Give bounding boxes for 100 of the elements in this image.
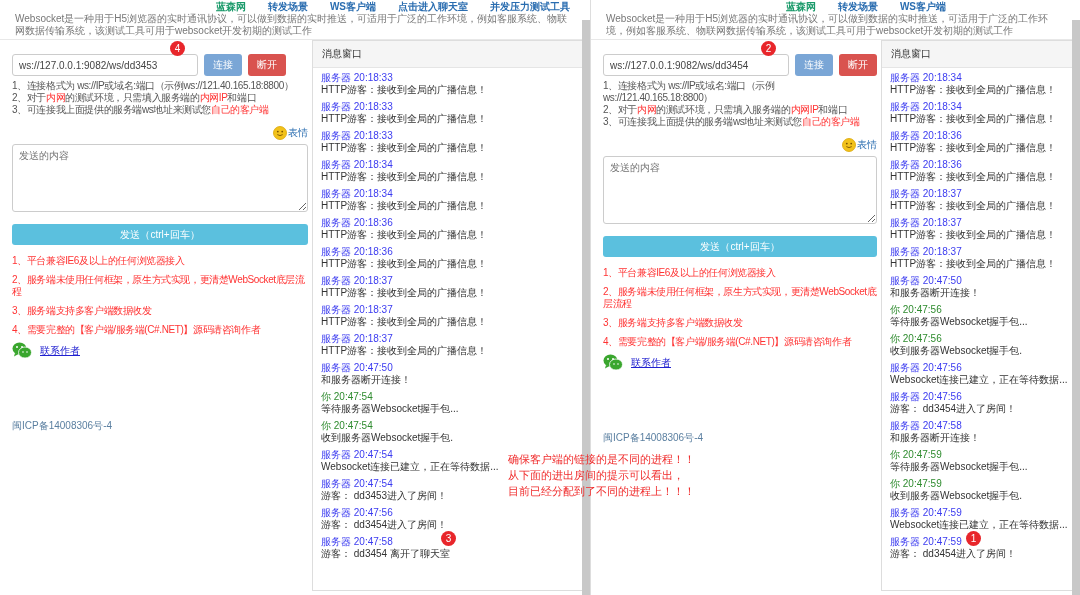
description-text: Websocket是一种用于H5浏览器的实时通讯协议，可以做到数据的实时推送，可适用于广泛的工作环境，例如客服系统、物联网数据传输系统，该测试工具可用于websocket开发初期的测试工作	[606, 13, 1050, 37]
hint-text: 3、可连接我上面提供的服务端ws地址来测试您自己的客户端	[603, 116, 861, 128]
message-text: HTTP游客：接收到全局的广播信息！	[321, 113, 488, 125]
message-sender-time: 服务器 20:18:36	[890, 130, 962, 142]
message-sender-time: 你 20:47:54	[321, 391, 373, 403]
message-sender-time: 服务器 20:18:37	[890, 246, 962, 258]
hint-text: 1、连接格式为 ws://IP或域名:端口（示例ws://121.40.165.18:8800）	[12, 80, 295, 92]
message-text: HTTP游客：接收到全局的广播信息！	[321, 142, 488, 154]
contact-link[interactable]: 联系作者	[631, 355, 671, 370]
disconnect-button[interactable]: 断开	[248, 54, 286, 76]
message-sender-time: 你 20:47:59	[890, 449, 942, 461]
smiley-icon	[273, 126, 287, 140]
scrollbar[interactable]	[1072, 20, 1080, 595]
feature-text: 4、需要完整的【客户端/服务端(C#.NET)】源码请咨询作者	[12, 324, 262, 336]
message-text: HTTP游客：接收到全局的广播信息！	[890, 258, 1057, 270]
feature-text: 2、服务端未使用任何框架，原生方式实现，更清楚WebSocket底层流程	[12, 274, 306, 298]
message-sender-time: 服务器 20:47:59	[890, 507, 962, 519]
message-sender-time: 服务器 20:18:33	[321, 72, 393, 84]
nav-link[interactable]: WS客户端	[899, 0, 946, 13]
message-sender-time: 服务器 20:47:50	[890, 275, 962, 287]
icp-text[interactable]: 闽ICP备14008306号-4	[603, 431, 877, 445]
panel-title: 消息窗口	[882, 41, 1072, 68]
feature-text: 1、平台兼容IE6及以上的任何浏览器接入	[603, 267, 777, 279]
message-text: HTTP游客：接收到全局的广播信息！	[890, 229, 1057, 241]
nav-link[interactable]: 并发压力测试工具	[490, 0, 570, 13]
message-text: 收到服务器Websocket握手包.	[890, 345, 1023, 357]
message-sender-time: 服务器 20:18:36	[321, 217, 393, 229]
hint-text: 2、对于内网的测试环境，只需填入服务端的内网IP和端口	[12, 92, 258, 104]
message-sender-time: 服务器 20:18:36	[321, 246, 393, 258]
message-sender-time: 服务器 20:18:36	[890, 159, 962, 171]
message-text: 等待服务器Websocket握手包...	[890, 316, 1028, 328]
nav-link[interactable]: 转发场景	[267, 0, 308, 13]
message-text: HTTP游客：接收到全局的广播信息！	[890, 142, 1057, 154]
message-sender-time: 你 20:47:56	[890, 333, 942, 345]
icp-text[interactable]: 闽ICP备14008306号-4	[12, 419, 308, 433]
message-sender-time: 服务器 20:18:34	[890, 101, 962, 113]
message-text: HTTP游客：接收到全局的广播信息！	[890, 84, 1057, 96]
message-sender-time: 服务器 20:18:37	[890, 188, 962, 200]
number-badge: 3	[441, 531, 456, 546]
message-sender-time: 你 20:47:56	[890, 304, 942, 316]
nav-link[interactable]: 转发场景	[837, 0, 878, 13]
chat-bubbles-icon	[12, 342, 32, 359]
message-text: 游客： dd3454进入了房间！	[890, 548, 1017, 560]
message-text: 和服务器断开连接！	[321, 374, 411, 386]
message-text: HTTP游客：接收到全局的广播信息！	[321, 258, 488, 270]
message-text: HTTP游客：接收到全局的广播信息！	[890, 200, 1057, 212]
message-input[interactable]: 发送的内容	[603, 156, 877, 224]
message-sender-time: 服务器 20:47:58	[321, 536, 393, 548]
message-sender-time: 服务器 20:18:33	[321, 101, 393, 113]
message-text: Websocket连接已建立，正在等待数据...	[321, 461, 499, 473]
message-sender-time: 服务器 20:47:56	[321, 507, 393, 519]
feature-text: 1、平台兼容IE6及以上的任何浏览器接入	[12, 255, 186, 267]
feature-text: 2、服务端未使用任何框架，原生方式实现，更清楚WebSocket底层流程	[603, 286, 877, 310]
description-text: Websocket是一种用于H5浏览器的实时通讯协议，可以做到数据的实时推送，可适用于广泛的工作环境，例如客服系统、物联网数据传输系统，该测试工具可用于websocket开发初期的测试工作	[15, 13, 569, 37]
message-text: HTTP游客：接收到全局的广播信息！	[321, 200, 488, 212]
url-field[interactable]: ws://127.0.0.1:9082/ws/dd3453	[12, 54, 198, 76]
message-sender-time: 服务器 20:47:59	[890, 536, 962, 548]
message-text: 收到服务器Websocket握手包.	[890, 490, 1023, 502]
message-sender-time: 服务器 20:47:54	[321, 478, 393, 490]
message-sender-time: 服务器 20:47:56	[890, 391, 962, 403]
message-text: HTTP游客：接收到全局的广播信息！	[321, 316, 488, 328]
nav-link[interactable]: WS客户端	[329, 0, 376, 13]
message-text: HTTP游客：接收到全局的广播信息！	[890, 113, 1057, 125]
message-sender-time: 你 20:47:54	[321, 420, 373, 432]
message-sender-time: 服务器 20:18:34	[321, 188, 393, 200]
message-sender-time: 你 20:47:59	[890, 478, 942, 490]
message-text: 游客： dd3453进入了房间！	[321, 490, 448, 502]
feature-text: 3、服务端支持多客户端数据收发	[603, 317, 744, 329]
message-sender-time: 服务器 20:47:54	[321, 449, 393, 461]
contact-link[interactable]: 联系作者	[40, 343, 80, 358]
annotation-text: 从下面的进出房间的提示可以看出，	[508, 468, 685, 482]
url-field[interactable]: ws://127.0.0.1:9082/ws/dd3454	[603, 54, 789, 76]
message-text: 等待服务器Websocket握手包...	[321, 403, 459, 415]
message-text: 游客： dd3454 离开了聊天室	[321, 548, 450, 560]
emoji-link[interactable]: 表情	[857, 138, 877, 152]
message-text: HTTP游客：接收到全局的广播信息！	[321, 345, 488, 357]
message-text: HTTP游客：接收到全局的广播信息！	[321, 287, 488, 299]
disconnect-button[interactable]: 断开	[839, 54, 877, 76]
feature-text: 3、服务端支持多客户端数据收发	[12, 305, 153, 317]
message-text: HTTP游客：接收到全局的广播信息！	[321, 84, 488, 96]
hint-text: 1、连接格式为 ws://IP或域名:端口（示例ws://121.40.165.18:8800）	[603, 80, 776, 104]
message-sender-time: 服务器 20:18:34	[890, 72, 962, 84]
message-text: HTTP游客：接收到全局的广播信息！	[890, 171, 1057, 183]
annotation-text: 确保客户端的链接的是不同的进程！！	[508, 452, 695, 466]
nav-link[interactable]: 蓝森网	[785, 0, 816, 13]
message-sender-time: 服务器 20:47:58	[890, 420, 962, 432]
feature-text: 4、需要完整的【客户端/服务端(C#.NET)】源码请咨询作者	[603, 336, 853, 348]
message-input[interactable]: 发送的内容	[12, 144, 308, 212]
message-text: 等待服务器Websocket握手包...	[890, 461, 1028, 473]
nav-link[interactable]: 点击进入聊天室	[398, 0, 468, 13]
message-sender-time: 服务器 20:47:50	[321, 362, 393, 374]
message-sender-time: 服务器 20:18:37	[321, 275, 393, 287]
message-sender-time: 服务器 20:47:56	[890, 362, 962, 374]
annotation-text: 目前已经分配到了不同的进程上！！！	[508, 484, 695, 498]
message-sender-time: 服务器 20:18:37	[890, 217, 962, 229]
message-text: Websocket连接已建立，正在等待数据...	[890, 519, 1068, 531]
nav-link[interactable]: 蓝森网	[215, 0, 246, 13]
hint-text: 2、对于内网的测试环境，只需填入服务端的内网IP和端口	[603, 104, 849, 116]
emoji-link[interactable]: 表情	[288, 126, 308, 140]
message-text: 和服务器断开连接！	[890, 287, 980, 299]
